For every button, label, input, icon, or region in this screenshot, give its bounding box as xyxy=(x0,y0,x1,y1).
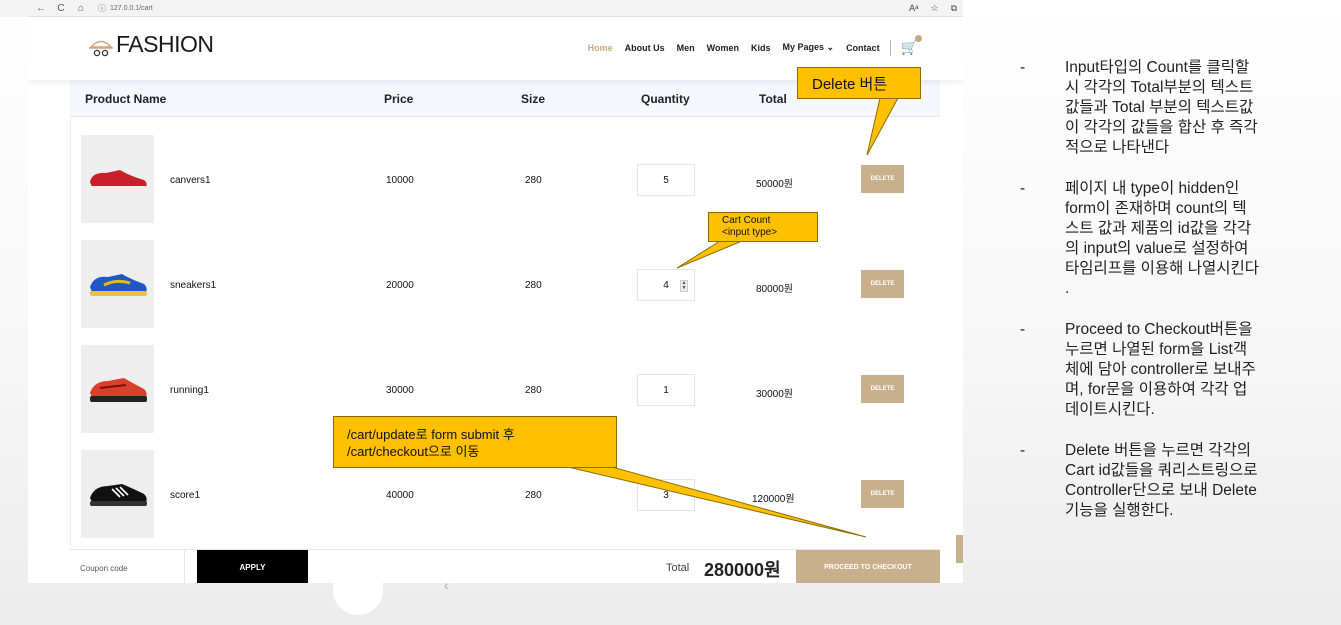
product-name: running1 xyxy=(170,385,209,396)
product-name: score1 xyxy=(170,490,201,501)
chevron-left-icon: ‹ xyxy=(444,577,449,593)
delete-button-callout: Delete 버튼 xyxy=(797,67,921,99)
row-total: 120000원 xyxy=(752,494,795,505)
note-bullet: - xyxy=(1020,321,1026,338)
product-price: 40000 xyxy=(386,490,414,501)
coupon-input[interactable]: Coupon code xyxy=(70,550,185,583)
nav-contact[interactable]: Contact xyxy=(840,43,886,53)
red-sneaker-icon xyxy=(89,170,147,191)
product-image[interactable] xyxy=(81,345,154,433)
proceed-to-checkout-button[interactable]: PROCEED TO CHECKOUT xyxy=(796,550,940,583)
apply-button[interactable]: APPLY xyxy=(197,550,308,583)
product-name: canvers1 xyxy=(170,175,211,186)
total-value: 280000원 xyxy=(704,560,781,580)
url-text: 127.0.0.1/cart xyxy=(110,4,153,12)
home-icon[interactable]: ⌂ xyxy=(74,3,88,14)
header-product-name: Product Name xyxy=(85,92,167,106)
submit-callout-line1: /cart/update로 form submit 후 xyxy=(347,427,515,442)
cart-page: FASHION Home About Us Men Women Kids My … xyxy=(28,17,963,583)
delete-button[interactable]: DELETE xyxy=(861,480,904,508)
count-callout-line2: <input type> xyxy=(722,227,778,238)
product-image[interactable] xyxy=(81,135,154,223)
delete-button[interactable]: DELETE xyxy=(861,270,904,298)
address-bar[interactable]: ⓘ 127.0.0.1/cart xyxy=(98,3,153,14)
back-icon[interactable]: ← xyxy=(34,3,48,14)
note-bullet: - xyxy=(1020,442,1026,459)
football-boot-icon xyxy=(89,484,147,506)
product-name: sneakers1 xyxy=(170,280,217,291)
quantity-input[interactable]: 5 xyxy=(637,164,695,196)
note-item: - Proceed to Checkout버튼을 누르면 나열된 form을 L… xyxy=(1015,320,1315,420)
site-logo[interactable]: FASHION xyxy=(88,31,214,58)
note-item: - Delete 버튼을 누르면 각각의 Cart id값들을 쿼리스트링으로 … xyxy=(1015,441,1315,521)
delete-callout-text: Delete 버튼 xyxy=(812,76,888,93)
row-total: 80000원 xyxy=(756,284,794,295)
header-size: Size xyxy=(521,92,546,106)
nav-home[interactable]: Home xyxy=(582,43,619,53)
cart-rows: canvers1 10000 280 5 50000원 DELETE sneak… xyxy=(70,117,940,549)
quantity-spinner[interactable]: ▲ ▼ xyxy=(680,280,688,292)
nav-women[interactable]: Women xyxy=(701,43,745,53)
nav-men[interactable]: Men xyxy=(671,43,701,53)
note-text: Proceed to Checkout버튼을 누르면 나열된 form을 Lis… xyxy=(1065,321,1256,418)
browser-toolbar: ← C ⌂ ⓘ 127.0.0.1/cart Aᵃ ☆ ⧉ xyxy=(28,0,963,17)
note-text: Input타입의 Count를 클릭할 시 각각의 Total부분의 텍스트 값… xyxy=(1065,59,1258,156)
hat-logo-icon xyxy=(89,40,113,56)
product-image[interactable] xyxy=(81,450,154,538)
note-text: 페이지 내 type이 hidden인 form이 존재하며 count의 텍 … xyxy=(1065,180,1259,297)
header-quantity: Quantity xyxy=(641,92,690,106)
cart-badge xyxy=(915,35,922,42)
submit-callout: /cart/update로 form submit 후 /cart/checko… xyxy=(333,416,617,468)
header-total: Total xyxy=(759,92,787,106)
total-label: Total xyxy=(666,562,690,574)
note-item: - Input타입의 Count를 클릭할 시 각각의 Total부분의 텍스트… xyxy=(1015,58,1315,158)
table-row: canvers1 10000 280 5 50000원 DELETE xyxy=(71,117,941,223)
row-total: 30000원 xyxy=(756,389,794,400)
browser-actions: Aᵃ ☆ ⧉ xyxy=(909,3,957,14)
browser-back-area xyxy=(0,0,28,17)
product-size: 280 xyxy=(525,175,542,186)
note-item: - 페이지 내 type이 hidden인 form이 존재하며 count의 … xyxy=(1015,179,1315,299)
refresh-icon[interactable]: C xyxy=(54,3,68,14)
quantity-input[interactable]: 3 xyxy=(637,479,695,511)
collections-icon[interactable]: ⧉ xyxy=(951,3,957,14)
product-image[interactable] xyxy=(81,240,154,328)
cart-count-callout: Cart Count <input type> xyxy=(708,212,818,242)
product-price: 30000 xyxy=(386,385,414,396)
cart-footer: Coupon code APPLY Total 280000원 PROCEED … xyxy=(70,549,940,583)
product-price: 10000 xyxy=(386,175,414,186)
quantity-value: 4 xyxy=(663,279,669,291)
quantity-input[interactable]: 4 ▲ ▼ xyxy=(637,269,695,301)
blue-sneaker-icon xyxy=(89,274,147,296)
product-size: 280 xyxy=(525,280,542,291)
submit-callout-line2: /cart/checkout으로 이동 xyxy=(347,444,480,459)
note-bullet: - xyxy=(1020,180,1026,197)
product-price: 20000 xyxy=(386,280,414,291)
nav-about-us[interactable]: About Us xyxy=(619,43,671,53)
count-callout-line1: Cart Count xyxy=(722,215,771,226)
favorite-icon[interactable]: ☆ xyxy=(930,3,938,14)
delete-button[interactable]: DELETE xyxy=(861,375,904,403)
product-size: 280 xyxy=(525,385,542,396)
row-total: 50000원 xyxy=(756,179,794,190)
nav-kids[interactable]: Kids xyxy=(745,43,777,53)
delete-button[interactable]: DELETE xyxy=(861,165,904,193)
side-scroll-tab[interactable] xyxy=(956,535,963,563)
nav-divider xyxy=(889,39,891,56)
main-nav: Home About Us Men Women Kids My Pages ⌄ … xyxy=(582,35,922,56)
read-aloud-icon[interactable]: Aᵃ xyxy=(909,3,918,14)
decorative-circle xyxy=(333,565,383,615)
running-shoe-icon xyxy=(89,378,147,402)
note-bullet: - xyxy=(1020,59,1026,76)
cart-icon[interactable]: 🛒 xyxy=(901,35,922,56)
nav-my-pages[interactable]: My Pages ⌄ xyxy=(777,42,841,53)
quantity-input[interactable]: 1 xyxy=(637,374,695,406)
note-text: Delete 버튼을 누르면 각각의 Cart id값들을 쿼리스트링으로 Co… xyxy=(1065,442,1258,519)
info-icon: ⓘ xyxy=(98,3,106,13)
explanation-notes: - Input타입의 Count를 클릭할 시 각각의 Total부분의 텍스트… xyxy=(1015,58,1315,542)
product-size: 280 xyxy=(525,490,542,501)
logo-text: FASHION xyxy=(116,31,214,57)
header-price: Price xyxy=(384,92,414,106)
